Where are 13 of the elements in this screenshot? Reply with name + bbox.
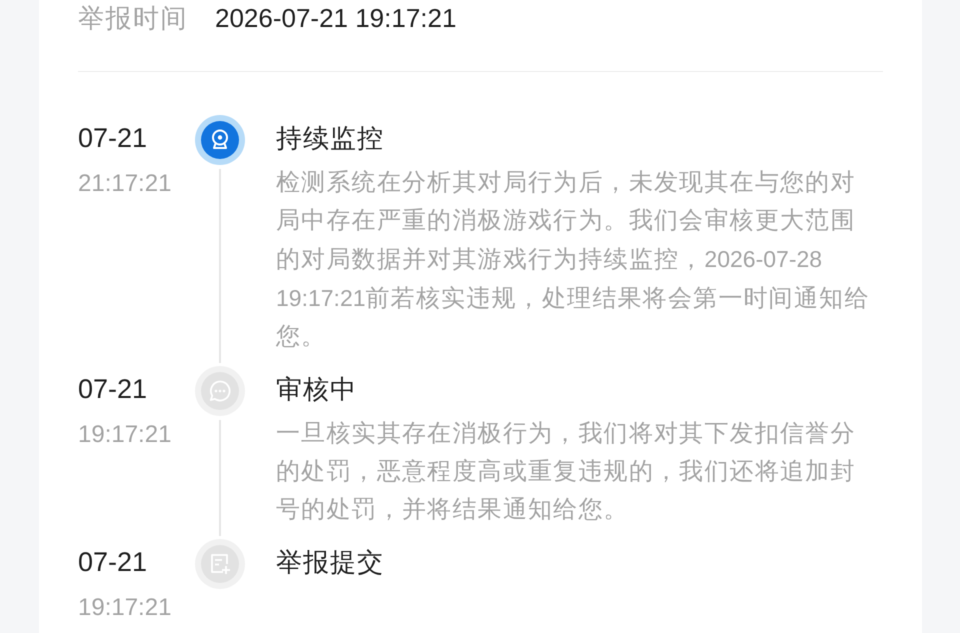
report-time-value: 2026-07-21 19:17:21 [215, 2, 456, 35]
entry-date: 07-21 [78, 373, 148, 406]
entry-time: 19:17:21 [78, 420, 172, 450]
entry-title: 审核中 [276, 373, 358, 406]
entry-time: 21:17:21 [78, 169, 172, 199]
entry-time: 19:17:21 [78, 593, 172, 623]
entry-date: 07-21 [78, 122, 148, 155]
entry-title: 持续监控 [276, 122, 385, 155]
entry-date: 07-21 [78, 546, 148, 579]
entry-title: 举报提交 [276, 546, 385, 579]
entry-description: 一旦核实其存在消极行为，我们将对其下发扣信誉分的处罚，恶意程度高或重复违规的，我们还将追加封号的处罚，并将结果通知给您。 [276, 419, 857, 525]
report-time-label: 举报时间 [78, 2, 188, 35]
entry-description: 检测系统在分析其对局行为后，未发现其在与您的对局中存在严重的消极游戏行为。我们会审核更大范围的对局数据并对其游戏行为持续监控，2026-07-28 19:17:21前若核实违规，处理结果将会第一时间通知给您。 [276, 168, 871, 352]
